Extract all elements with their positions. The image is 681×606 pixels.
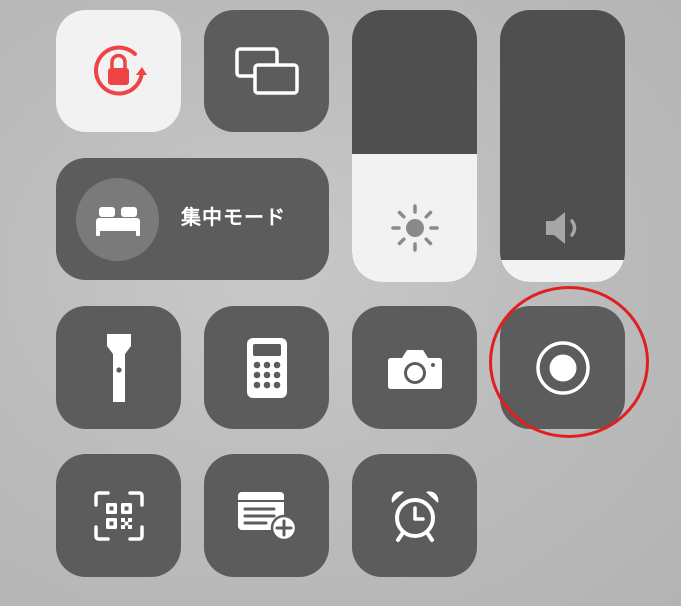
- focus-icon-circle: [76, 178, 159, 261]
- sun-icon: [352, 202, 477, 254]
- alarm-button[interactable]: [352, 454, 477, 577]
- volume-slider-fill: [500, 260, 625, 282]
- record-icon: [535, 340, 591, 396]
- quick-note-button[interactable]: [204, 454, 329, 577]
- code-scanner-button[interactable]: [56, 454, 181, 577]
- qr-code-scanner-icon: [93, 490, 145, 542]
- screen-mirroring-icon: [234, 46, 300, 96]
- camera-button[interactable]: [352, 306, 477, 429]
- flashlight-icon: [104, 332, 134, 404]
- alarm-clock-icon: [387, 488, 443, 544]
- focus-mode-label: 集中モード: [181, 205, 286, 229]
- brightness-slider[interactable]: [352, 10, 477, 282]
- flashlight-button[interactable]: [56, 306, 181, 429]
- camera-icon: [387, 346, 443, 390]
- screen-mirroring-button[interactable]: [204, 10, 329, 132]
- speaker-icon: [500, 206, 625, 250]
- calculator-button[interactable]: [204, 306, 329, 429]
- rotation-lock-button[interactable]: [56, 10, 181, 132]
- calculator-icon: [246, 337, 288, 399]
- screen-recording-button[interactable]: [500, 306, 625, 429]
- volume-slider[interactable]: [500, 10, 625, 282]
- bed-icon: [94, 203, 142, 237]
- rotation-lock-icon: [86, 38, 152, 104]
- quick-note-icon: [236, 490, 298, 542]
